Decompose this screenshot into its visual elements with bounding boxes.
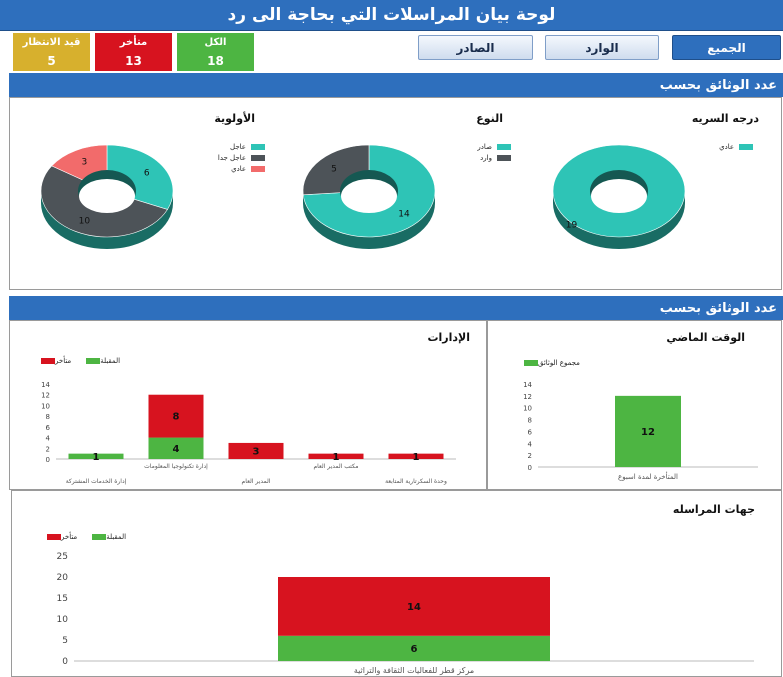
- bar-data-label: 4: [173, 444, 180, 455]
- tab-all[interactable]: الجميع: [672, 35, 781, 60]
- x-category-label: مركز قطر للفعاليات الثقافة والتراثية: [354, 666, 474, 675]
- type-donut: 14 5: [302, 144, 436, 249]
- secrecy-donut: 19: [552, 144, 686, 249]
- section-header-docs: عدد الوثائق بحسب: [9, 73, 783, 97]
- y-tick-label: 12: [41, 392, 50, 400]
- y-tick-label: 10: [41, 402, 50, 410]
- donut-data-label: 10: [79, 216, 91, 226]
- kpi-all-value: 18: [207, 54, 224, 68]
- kpi-late-value: 13: [125, 54, 142, 68]
- section-header-docs-2: عدد الوثائق بحسب: [9, 296, 783, 320]
- correspondents-chart-svg: 0 5 10 15 20 25 6 14 مركز قطر للفعاليات الثقافة …: [57, 552, 754, 675]
- kpi-pending-value: 5: [47, 54, 56, 68]
- donut-data-label: 6: [144, 169, 150, 179]
- donut-hole: [79, 179, 135, 213]
- donut-data-label: 5: [331, 164, 337, 174]
- departments-panel: الإدارات متأخر المقبلة 0 2 4 6 8 10 12 14 1 4 8 3 1 1…: [9, 320, 487, 490]
- tab-outgoing[interactable]: الصادر: [418, 35, 533, 60]
- x-category-label: مكتب المدير العام: [313, 463, 358, 470]
- y-tick-label: 8: [46, 413, 50, 421]
- donut-hole: [341, 179, 397, 213]
- y-tick-label: 6: [528, 428, 533, 436]
- departments-chart-svg: 024681012141483 1 1إدارة الخدمات المشتركةإ…: [41, 381, 456, 485]
- y-tick-label: 8: [528, 417, 532, 425]
- y-tick-label: 5: [62, 636, 68, 646]
- kpi-all[interactable]: الكل 18: [177, 33, 254, 71]
- priority-donut: 6 10 3: [40, 144, 174, 249]
- y-tick-label: 0: [46, 456, 50, 464]
- y-tick-label: 14: [41, 381, 50, 389]
- kpi-all-label: الكل: [204, 37, 227, 48]
- elapsed-chart-plot: 0 2 4 6 8 10 12 14 12 المتأخرة لمدة اسبوع: [523, 381, 758, 481]
- bar-data-label: 1: [333, 452, 340, 463]
- donut-data-label: 3: [82, 158, 88, 168]
- y-tick-label: 0: [528, 464, 532, 472]
- kpi-late[interactable]: متأخر 13: [95, 33, 172, 71]
- x-category-label: وحدة السكرتارية المتابعة: [385, 478, 447, 485]
- y-tick-label: 12: [523, 393, 532, 401]
- y-tick-label: 20: [57, 573, 69, 583]
- kpi-late-label: متأخر: [119, 37, 148, 48]
- elapsed-chart-svg: 0 2 4 6 8 10 12 14 12 المتأخرة لمدة اسبوع: [523, 381, 758, 481]
- y-tick-label: 4: [46, 435, 51, 443]
- bar-data-label: 1: [93, 452, 100, 463]
- donut-data-label: 19: [566, 221, 578, 231]
- bar-data-label: 12: [641, 427, 655, 438]
- y-tick-label: 10: [523, 405, 532, 413]
- elapsed-panel: الوقت الماضي مجموع الوثائق 0 2 4 6 8 10 12 14 12…: [487, 320, 782, 490]
- x-category-label: إدارة تكنولوجيا المعلومات: [144, 463, 208, 470]
- y-tick-label: 10: [57, 615, 69, 625]
- kpi-pending[interactable]: قيد الانتظار 5: [13, 33, 90, 71]
- kpi-pending-label: قيد الانتظار: [22, 37, 81, 48]
- x-category-label: المدير العام: [242, 478, 271, 485]
- donut-charts-svg: 6 10 3 14 5 19: [40, 144, 686, 249]
- correspondents-panel: جهات المراسله متأخر المقبلة 0 5 10 15 20 25 6 1…: [11, 490, 782, 677]
- bar-data-label: 3: [253, 447, 260, 458]
- donut-hole: [591, 179, 647, 213]
- correspondents-chart-plot: 0 5 10 15 20 25 6 14 مركز قطر للفعاليات الثقافة …: [57, 552, 754, 675]
- y-tick-label: 15: [57, 594, 68, 604]
- y-tick-label: 2: [528, 452, 532, 460]
- y-tick-label: 25: [57, 552, 68, 562]
- y-tick-label: 4: [528, 440, 533, 448]
- bar-data-label: 1: [413, 452, 420, 463]
- bar-data-label: 8: [173, 412, 180, 423]
- donut-data-label: 14: [398, 210, 410, 220]
- page-title: لوحة بيان المراسلات التي بحاجة الى رد: [0, 0, 783, 31]
- y-tick-label: 14: [523, 381, 532, 389]
- x-category-label: إدارة الخدمات المشتركة: [66, 478, 127, 485]
- y-tick-label: 0: [62, 657, 68, 667]
- donut-panel: الأولوية النوع درجه السريه عاجل عاجل جدا…: [9, 97, 782, 290]
- bar-data-label: 6: [411, 644, 418, 655]
- bar-data-label: 14: [407, 602, 421, 613]
- y-tick-label: 6: [46, 424, 51, 432]
- x-category-label: المتأخرة لمدة اسبوع: [618, 471, 678, 481]
- departments-chart-plot: 024681012141483 1 1إدارة الخدمات المشتركةإ…: [41, 381, 456, 485]
- y-tick-label: 2: [46, 445, 50, 453]
- tab-incoming[interactable]: الوارد: [545, 35, 659, 60]
